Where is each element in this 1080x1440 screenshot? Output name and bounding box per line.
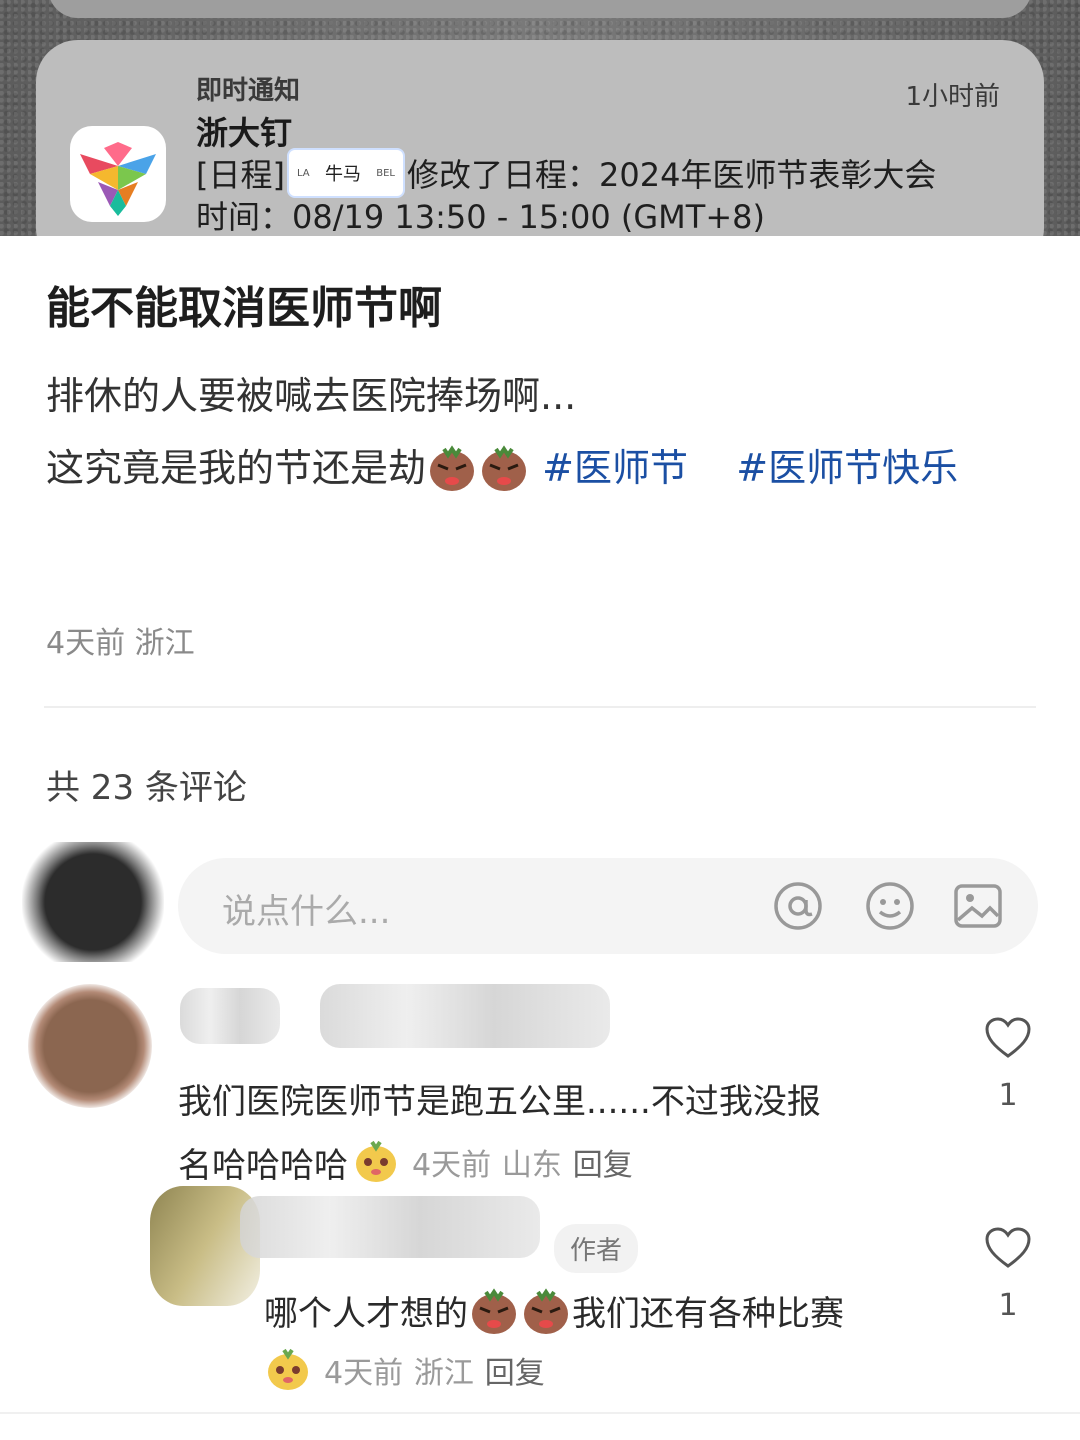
chip-center-label: 牛马 [324, 164, 361, 185]
username-blurred[interactable] [240, 1196, 540, 1258]
comment-time: 4天前 [324, 1356, 404, 1391]
author-badge: 作者 [554, 1224, 639, 1273]
angry-face-emoji-icon [426, 441, 478, 493]
post-body: 排休的人要被喊去医院捧场啊... 这究竟是我的节还是劫 #医师节 #医师节快乐 [46, 360, 1036, 504]
smirk-emoji-icon [352, 1136, 404, 1188]
notification-card: 即时通知 1小时前 浙大钉 [日程] LA 牛马 BEL 修改了日程：2024年… [36, 40, 1044, 236]
reply-button[interactable]: 回复 [485, 1348, 545, 1392]
at-icon[interactable] [772, 880, 824, 932]
previous-notification-card [48, 0, 1032, 18]
emoji-icon[interactable] [864, 880, 916, 932]
post-line-2-text: 这究竟是我的节还是劫 [46, 446, 427, 490]
comment-text-line-2: 名哈哈哈哈 4天前 山东 回复 [178, 1136, 633, 1188]
reply-button[interactable]: 回复 [573, 1140, 633, 1184]
divider [0, 1412, 1080, 1414]
post-meta: 4天前 浙江 [46, 626, 195, 661]
smirk-emoji-icon [264, 1344, 316, 1396]
comment-meta-row: 4天前 浙江 回复 [264, 1344, 545, 1396]
username-blurred[interactable] [320, 984, 610, 1048]
like-count: 1 [998, 1288, 1018, 1323]
heart-icon[interactable] [984, 1016, 1032, 1060]
comment-location: 浙江 [413, 1356, 474, 1391]
notification-text: 修改了日程：2024年医师节表彰大会 [406, 156, 937, 194]
heart-icon[interactable] [984, 1226, 1032, 1270]
post-line-1: 排休的人要被喊去医院捧场啊... [46, 374, 577, 418]
comment-location: 山东 [501, 1148, 562, 1183]
comment-text-part-2: 我们还有各种比赛 [572, 1293, 844, 1334]
hashtag-link[interactable]: #医师节快乐 [736, 446, 958, 490]
username-blurred[interactable] [180, 988, 280, 1044]
comment-time: 4天前 [412, 1148, 492, 1183]
post-title: 能不能取消医师节啊 [46, 283, 442, 334]
angry-face-emoji-icon [478, 441, 530, 493]
comment-text: 哪个人才想的 我们还有各种比赛 [264, 1284, 844, 1336]
notification-type: 即时通知 [196, 76, 301, 106]
divider [44, 706, 1036, 708]
comment-input[interactable]: 说点什么... [178, 858, 1038, 954]
notification-prefix: [日程] [196, 156, 285, 194]
hashtag-link[interactable]: #医师节 [542, 446, 688, 490]
notification-time-line: 时间：08/19 13:50 - 15:00 (GMT+8) [196, 198, 765, 236]
comment-input-placeholder: 说点什么... [222, 892, 391, 932]
angry-face-emoji-icon [468, 1284, 520, 1336]
image-icon[interactable] [952, 880, 1004, 932]
notification-time: 1小时前 [905, 82, 1000, 112]
chip-left-label: LA [296, 167, 310, 179]
angry-face-emoji-icon [520, 1284, 572, 1336]
comment-count: 共 23 条评论 [46, 768, 247, 808]
comment-text-continued: 名哈哈哈哈 [178, 1145, 348, 1186]
user-name-chip: LA 牛马 BEL [286, 148, 405, 198]
avatar[interactable] [28, 984, 152, 1108]
chip-right-label: BEL [376, 167, 395, 179]
notification-screenshot: 即时通知 1小时前 浙大钉 [日程] LA 牛马 BEL 修改了日程：2024年… [0, 0, 1080, 236]
app-logo-icon [70, 126, 166, 222]
my-avatar [22, 842, 164, 962]
comment-text-part-1: 哪个人才想的 [264, 1293, 468, 1334]
comment-text: 我们医院医师节是跑五公里......不过我没报 [178, 1082, 821, 1122]
like-count: 1 [998, 1078, 1018, 1113]
post-line-2: 这究竟是我的节还是劫 #医师节 #医师节快乐 [46, 432, 1036, 504]
notification-message: [日程] LA 牛马 BEL 修改了日程：2024年医师节表彰大会 [196, 148, 936, 198]
